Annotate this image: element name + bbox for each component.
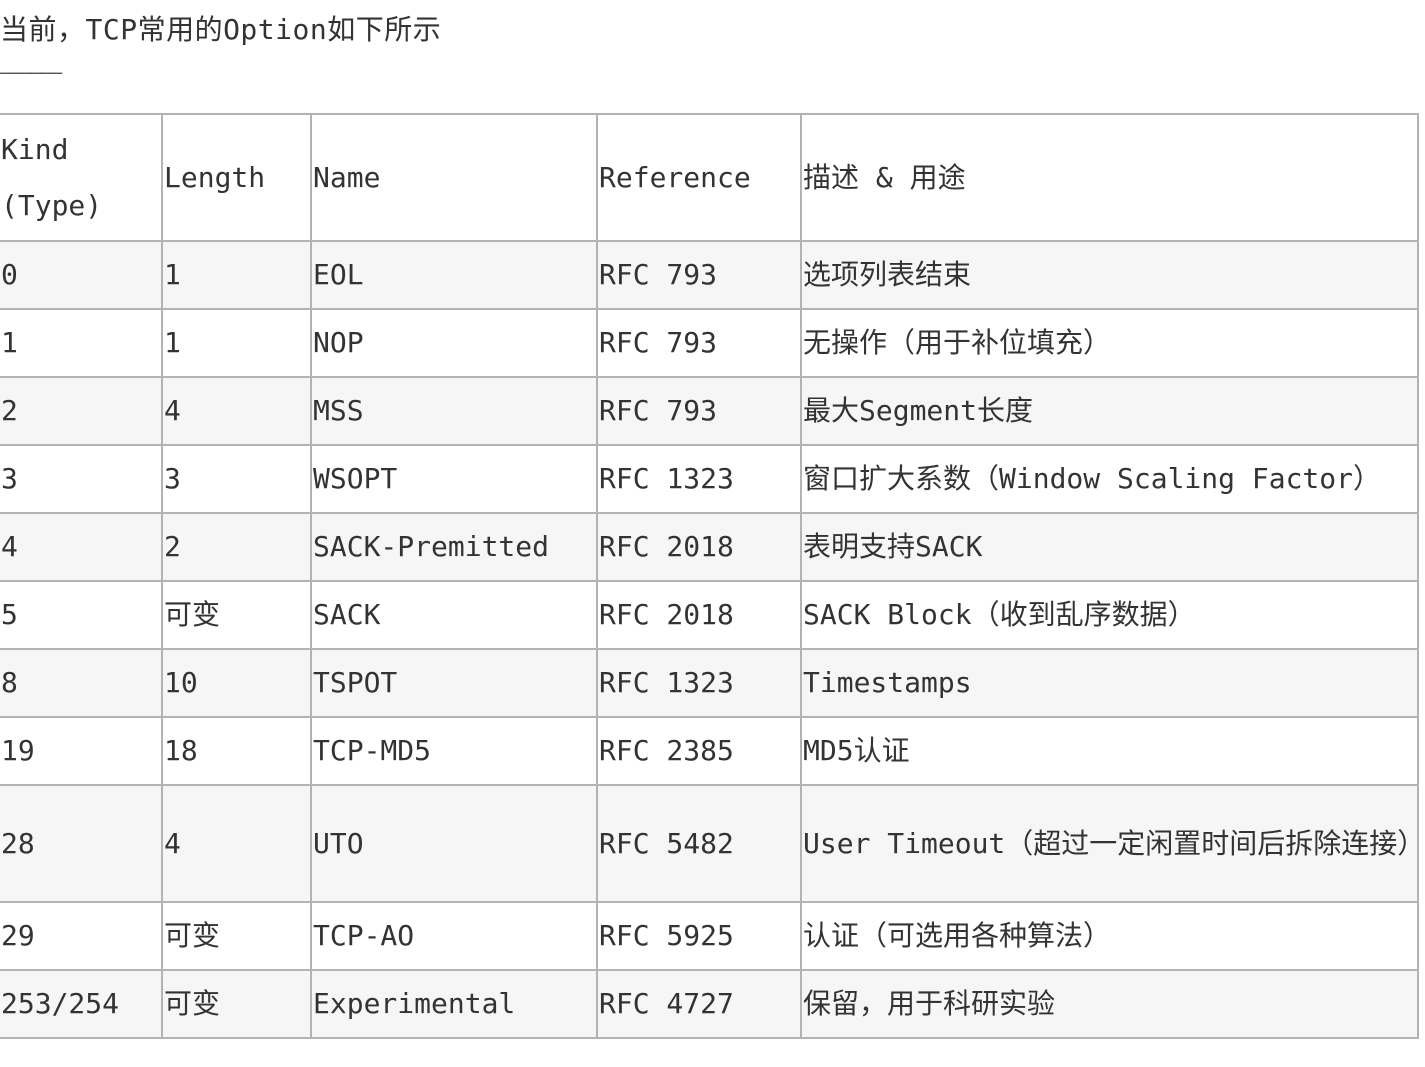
cell-reference: RFC 793 (596, 240, 802, 310)
cell-description: 保留，用于科研实验 (800, 969, 1419, 1039)
cell-reference: RFC 2018 (596, 580, 802, 650)
cell-length: 可变 (161, 901, 312, 971)
cell-length: 1 (161, 240, 312, 310)
cell-length: 1 (161, 308, 312, 378)
table-row: 2 4 MSS RFC 793 最大Segment长度 (0, 376, 1419, 446)
cell-kind: 8 (0, 648, 163, 718)
table-row: 19 18 TCP-MD5 RFC 2385 MD5认证 (0, 716, 1419, 786)
cell-description: 无操作（用于补位填充） (800, 308, 1419, 378)
cell-kind: 29 (0, 901, 163, 971)
table-row: 28 4 UTO RFC 5482 User Timeout（超过一定闲置时间后… (0, 784, 1419, 903)
cell-description: Timestamps (800, 648, 1419, 718)
table-row: 1 1 NOP RFC 793 无操作（用于补位填充） (0, 308, 1419, 378)
cell-description: User Timeout（超过一定闲置时间后拆除连接） (800, 784, 1419, 903)
table-row: 8 10 TSPOT RFC 1323 Timestamps (0, 648, 1419, 718)
table-row: 4 2 SACK-Premitted RFC 2018 表明支持SACK (0, 512, 1419, 582)
tcp-options-table: Kind (Type) Length Name Reference 描述 & 用… (0, 113, 1419, 1039)
cell-name: NOP (310, 308, 598, 378)
cell-length: 4 (161, 376, 312, 446)
cell-kind: 5 (0, 580, 163, 650)
header-kind-line1: Kind (1, 132, 69, 166)
table-row: 3 3 WSOPT RFC 1323 窗口扩大系数（Window Scaling… (0, 444, 1419, 514)
cell-length: 2 (161, 512, 312, 582)
cell-length: 3 (161, 444, 312, 514)
table-header-row: Kind (Type) Length Name Reference 描述 & 用… (0, 113, 1419, 242)
header-kind: Kind (Type) (0, 113, 163, 242)
intro-text: 当前，TCP常用的Option如下所示 (0, 13, 442, 46)
cell-reference: RFC 2018 (596, 512, 802, 582)
cell-reference: RFC 1323 (596, 648, 802, 718)
cell-reference: RFC 4727 (596, 969, 802, 1039)
header-name: Name (310, 113, 598, 242)
cell-reference: RFC 2385 (596, 716, 802, 786)
header-reference: Reference (596, 113, 802, 242)
cell-name: TCP-AO (310, 901, 598, 971)
cell-name: TSPOT (310, 648, 598, 718)
cell-kind: 2 (0, 376, 163, 446)
table-row: 29 可变 TCP-AO RFC 5925 认证（可选用各种算法） (0, 901, 1419, 971)
cell-reference: RFC 793 (596, 376, 802, 446)
cell-kind: 0 (0, 240, 163, 310)
cell-description: 选项列表结束 (800, 240, 1419, 310)
cell-name: EOL (310, 240, 598, 310)
cell-name: MSS (310, 376, 598, 446)
cell-kind: 3 (0, 444, 163, 514)
cell-reference: RFC 5925 (596, 901, 802, 971)
cell-length: 10 (161, 648, 312, 718)
table-row: 253/254 可变 Experimental RFC 4727 保留，用于科研… (0, 969, 1419, 1039)
cell-length: 可变 (161, 580, 312, 650)
cell-name: SACK (310, 580, 598, 650)
cell-kind: 28 (0, 784, 163, 903)
table-row: 0 1 EOL RFC 793 选项列表结束 (0, 240, 1419, 310)
cell-description: 最大Segment长度 (800, 376, 1419, 446)
header-kind-line2: (Type) (1, 188, 103, 222)
cell-description: 表明支持SACK (800, 512, 1419, 582)
cell-length: 4 (161, 784, 312, 903)
cell-kind: 253/254 (0, 969, 163, 1039)
table-row: 5 可变 SACK RFC 2018 SACK Block（收到乱序数据） (0, 580, 1419, 650)
divider-line: —————— (0, 60, 62, 84)
cell-name: TCP-MD5 (310, 716, 598, 786)
cell-description: MD5认证 (800, 716, 1419, 786)
cell-reference: RFC 1323 (596, 444, 802, 514)
header-description: 描述 & 用途 (800, 113, 1419, 242)
header-length: Length (161, 113, 312, 242)
cell-name: SACK-Premitted (310, 512, 598, 582)
cell-kind: 4 (0, 512, 163, 582)
cell-name: Experimental (310, 969, 598, 1039)
cell-kind: 1 (0, 308, 163, 378)
cell-reference: RFC 793 (596, 308, 802, 378)
cell-description: SACK Block（收到乱序数据） (800, 580, 1419, 650)
cell-length: 18 (161, 716, 312, 786)
cell-description: 认证（可选用各种算法） (800, 901, 1419, 971)
cell-name: WSOPT (310, 444, 598, 514)
cell-kind: 19 (0, 716, 163, 786)
cell-reference: RFC 5482 (596, 784, 802, 903)
cell-length: 可变 (161, 969, 312, 1039)
cell-description: 窗口扩大系数（Window Scaling Factor） (800, 444, 1419, 514)
cell-name: UTO (310, 784, 598, 903)
